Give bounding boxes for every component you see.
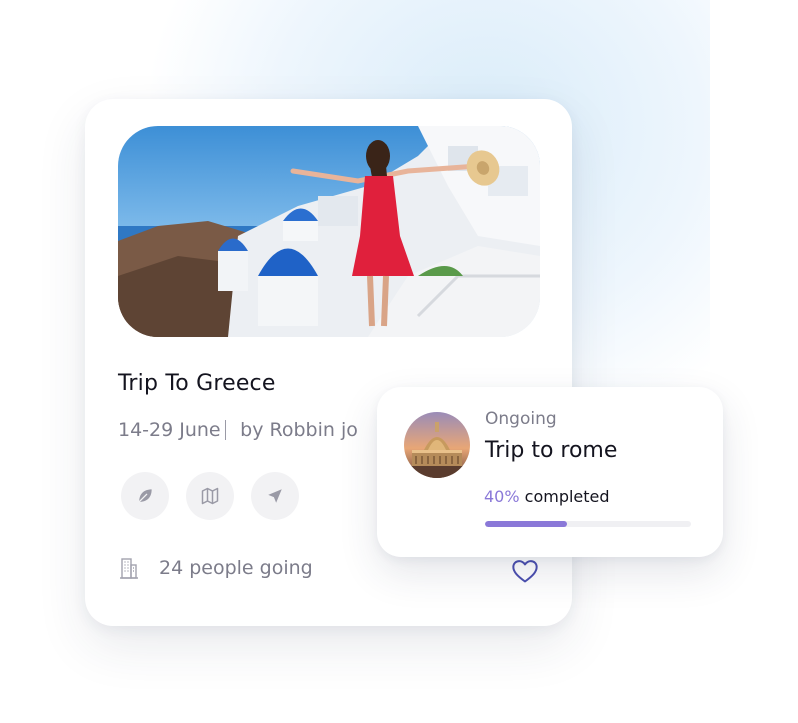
trip-hero-image [118,126,540,337]
send-icon [268,489,282,503]
rome-avatar [404,412,470,478]
trip-dates: 14-29 June [118,419,221,441]
people-going-label: 24 people going [159,557,313,579]
trip-status: Ongoing [485,409,557,429]
favorite-button[interactable] [511,558,539,588]
meta-divider [224,420,227,440]
progress-text: 40% completed [484,487,610,506]
send-button[interactable] [251,472,299,520]
ongoing-trip-card[interactable]: Ongoing Trip to rome 40% completed [377,387,723,557]
trip-title: Trip To Greece [118,371,276,396]
heart-icon [512,560,538,583]
map-button[interactable] [186,472,234,520]
trip-meta: 14-29 June by Robbin jo [118,419,378,441]
leaf-icon [138,489,152,503]
people-going: 24 people going [119,557,313,579]
trip-author: by Robbin jo [240,419,358,441]
progress-percent: 40% [484,487,520,506]
leaf-button[interactable] [121,472,169,520]
map-icon [201,487,219,505]
building-icon [120,558,138,579]
progress-bar-fill [485,521,568,527]
progress-bar [485,521,691,527]
ongoing-trip-title: Trip to rome [485,438,618,463]
progress-suffix: completed [519,487,610,506]
trip-actions [121,472,299,520]
